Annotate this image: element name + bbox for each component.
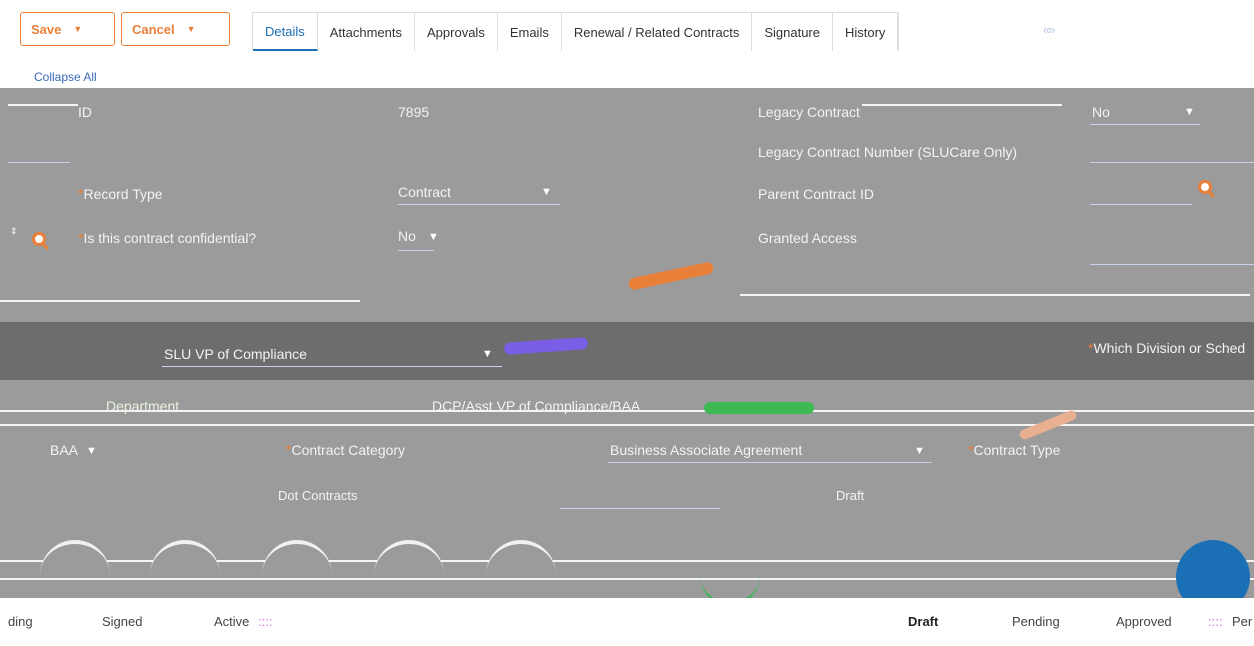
chevron-down-icon: ▼ bbox=[1184, 106, 1195, 118]
legacy-contract-select[interactable]: No bbox=[1092, 104, 1110, 120]
divider bbox=[0, 300, 360, 302]
search-icon[interactable] bbox=[32, 232, 46, 246]
arrow-annotation bbox=[704, 402, 814, 414]
status-label: ding bbox=[8, 614, 33, 629]
toolbar: Save ▼ Cancel ▼ Details Attachments Appr… bbox=[0, 0, 1254, 62]
divider bbox=[0, 424, 1254, 426]
field-underline bbox=[1090, 124, 1200, 125]
tab-emails[interactable]: Emails bbox=[497, 13, 562, 51]
tab-label: History bbox=[844, 24, 886, 40]
granted-access-label: Granted Access bbox=[758, 230, 857, 246]
status-strip bbox=[0, 598, 1254, 646]
tabs-scroll-icon[interactable]: «» bbox=[1043, 22, 1056, 37]
tab-label: Approvals bbox=[427, 24, 485, 40]
field-underline bbox=[398, 250, 434, 251]
status-label: Signed bbox=[102, 614, 143, 629]
cancel-label: Cancel bbox=[132, 21, 175, 37]
tab-details[interactable]: Details bbox=[253, 13, 318, 51]
id-value: 7895 bbox=[398, 104, 430, 120]
tab-renewal-related-contracts[interactable]: Renewal / Related Contracts bbox=[561, 13, 753, 51]
department-label: Department bbox=[106, 398, 180, 414]
draft-value: Draft bbox=[836, 488, 865, 503]
spinner-icon[interactable]: ⇕ bbox=[10, 226, 18, 237]
tab-signature[interactable]: Signature bbox=[752, 13, 833, 51]
field-underline bbox=[608, 462, 932, 463]
chevron-down-icon: ▼ bbox=[428, 231, 439, 243]
svp-select[interactable]: SLU VP of Compliance bbox=[164, 346, 307, 362]
record-type-label: *Record Type bbox=[78, 186, 163, 202]
id-label: ID bbox=[78, 104, 92, 120]
tab-attachments[interactable]: Attachments bbox=[317, 13, 416, 51]
save-button[interactable]: Save ▼ bbox=[20, 12, 115, 46]
chevron-down-icon: ▼ bbox=[541, 186, 552, 198]
chevron-down-icon: ▼ bbox=[914, 445, 925, 457]
legacy-contract-number-label: Legacy Contract Number (SLUCare Only) bbox=[758, 144, 1018, 160]
cancel-button[interactable]: Cancel ▼ bbox=[121, 12, 230, 46]
search-icon[interactable] bbox=[1198, 180, 1212, 194]
tab-approvals[interactable]: Approvals bbox=[415, 13, 498, 51]
dot-contracts-label: Dot Contracts bbox=[278, 488, 358, 503]
contract-type-label: *Contract Type bbox=[968, 442, 1061, 458]
status-label: Draft bbox=[908, 614, 939, 629]
tab-history[interactable]: History bbox=[832, 13, 899, 51]
field-underline bbox=[398, 204, 560, 205]
contract-category-label: *Contract Category bbox=[286, 442, 406, 458]
status-label: Approved bbox=[1116, 614, 1172, 629]
granted-access-input[interactable] bbox=[1090, 264, 1254, 265]
field-underline bbox=[560, 508, 720, 509]
contract-category-select[interactable]: Business Associate Agreement bbox=[610, 442, 802, 458]
field-underline bbox=[162, 366, 502, 367]
legacy-contract-number-input[interactable] bbox=[1090, 162, 1254, 163]
tab-bar: Details Attachments Approvals Emails Ren… bbox=[252, 12, 900, 51]
status-label: Active bbox=[214, 614, 250, 629]
department-select[interactable]: DCP/Asst VP of Compliance/BAA bbox=[432, 398, 640, 414]
legacy-contract-label: Legacy Contract bbox=[758, 104, 860, 120]
status-label: Pending bbox=[1012, 614, 1060, 629]
status-dots: :::: bbox=[1208, 614, 1223, 629]
divider bbox=[0, 578, 1254, 580]
baa-select[interactable]: BAA bbox=[50, 442, 78, 458]
which-division-label: *Which Division or Sched bbox=[1088, 340, 1246, 356]
divider bbox=[740, 294, 1250, 296]
tab-label: Renewal / Related Contracts bbox=[573, 24, 740, 40]
confidential-select[interactable]: No bbox=[398, 228, 416, 244]
record-type-select[interactable]: Contract bbox=[398, 184, 451, 200]
tab-label: Emails bbox=[509, 24, 549, 40]
divider bbox=[862, 104, 1062, 106]
confidential-label: *Is this contract confidential? bbox=[78, 230, 257, 246]
status-label: Per bbox=[1232, 614, 1253, 629]
divider bbox=[8, 104, 78, 106]
chevron-down-icon: ▼ bbox=[86, 445, 97, 457]
field-underline bbox=[8, 162, 70, 163]
chevron-down-icon: ▼ bbox=[73, 24, 83, 34]
status-dots: :::: bbox=[258, 614, 273, 629]
save-label: Save bbox=[31, 21, 62, 37]
parent-contract-input[interactable] bbox=[1090, 204, 1192, 205]
tab-label: Attachments bbox=[329, 24, 403, 40]
collapse-all-link[interactable]: Collapse All bbox=[34, 70, 97, 84]
chevron-down-icon: ▼ bbox=[186, 24, 196, 34]
tab-label: Signature bbox=[764, 24, 820, 40]
tab-label: Details bbox=[265, 23, 305, 39]
chevron-down-icon: ▼ bbox=[482, 348, 493, 360]
parent-contract-label: Parent Contract ID bbox=[758, 186, 874, 202]
